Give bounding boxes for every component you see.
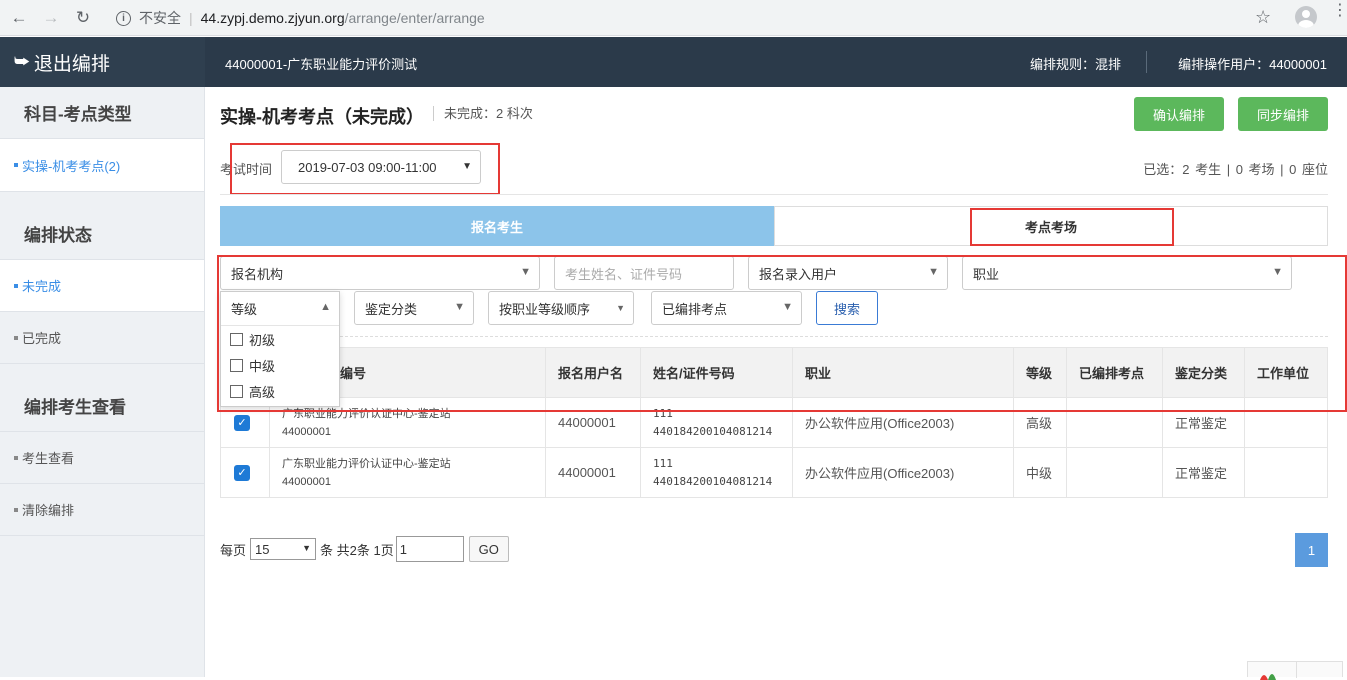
url-host: 44.zypj.demo.zjyun.org [200, 10, 345, 26]
page-size-select[interactable]: 15 ▼ [250, 538, 317, 560]
page-subtitle: 未完成：2 科次 [433, 106, 533, 121]
more-menu-icon[interactable]: ⋮ [1332, 3, 1347, 19]
org-code: 44000001 [282, 475, 331, 488]
pager-summary: 条 共2条 1页 [320, 542, 394, 558]
org-cell: 广东职业能力评价认证中心-鉴定站 44000001 [269, 447, 546, 498]
page-button-current[interactable]: 1 [1295, 533, 1328, 567]
sidebar: 科目-考点类型 实操-机考考点(2) 编排状态 未完成 已完成 编排考生查看 考… [0, 87, 205, 677]
sidebar-item-subject[interactable]: 实操-机考考点(2) [0, 139, 204, 192]
selection-summary: 已选：2 考生 | 0 考场 | 0 座位 [1143, 162, 1328, 177]
exit-arrange-button[interactable]: ⮩ 退出编排 [0, 37, 205, 87]
bullet-icon [14, 335, 18, 340]
tab-registered-students[interactable]: 报名考生 [220, 206, 774, 246]
student-id-number: 440184200104081214 [653, 424, 773, 438]
widget-divider [1296, 662, 1297, 678]
back-arrow-icon[interactable]: ← [6, 5, 32, 31]
address-bar[interactable]: i 不安全 | 44.zypj.demo.zjyun.org/arrange/e… [108, 4, 1286, 32]
username-cell: 44000001 [545, 447, 641, 498]
page-size-value: 15 [255, 541, 270, 557]
arranged-site-cell [1066, 447, 1163, 498]
reload-icon[interactable]: ↻ [70, 5, 96, 31]
page-title: 实操-机考考点（未完成） [220, 107, 424, 127]
sidebar-item-label: 考生查看 [22, 451, 75, 466]
page-number-input[interactable]: 1 [395, 536, 464, 562]
caret-down-icon: ▼ [302, 543, 312, 553]
highlight-box-filters [217, 255, 1347, 412]
address-separator: | [189, 10, 193, 26]
checkbox-checked-icon[interactable]: ✓ [234, 464, 250, 481]
sidebar-item-incomplete[interactable]: 未完成 [0, 260, 204, 312]
sidebar-item-view-students[interactable]: 考生查看 [0, 432, 204, 484]
divider [220, 194, 1328, 195]
sidebar-item-label: 已完成 [22, 331, 62, 346]
name-id-cell: 111 440184200104081214 [640, 447, 793, 498]
top-header: 44000001-广东职业能力评价测试 编排规则：混排 编排操作用户：44000… [205, 37, 1347, 87]
exit-arrange-label: 退出编排 [33, 53, 110, 75]
go-button[interactable]: GO [468, 536, 509, 562]
checkbox-checked-icon[interactable]: ✓ [234, 414, 250, 431]
row-checkbox-cell[interactable]: ✓ [220, 447, 270, 498]
sidebar-item-complete[interactable]: 已完成 [0, 312, 204, 364]
info-icon[interactable]: i [116, 10, 131, 26]
forward-arrow-icon[interactable]: → [38, 5, 64, 31]
main-content: 实操-机考考点（未完成） 未完成：2 科次 确认编排 同步编排 考试时间 201… [205, 87, 1347, 677]
sidebar-item-label: 清除编排 [22, 503, 75, 518]
header-divider [1146, 51, 1147, 73]
sidebar-item-label: 实操-机考考点(2) [22, 158, 121, 174]
level-cell: 中级 [1013, 447, 1067, 498]
sync-arrange-button[interactable]: 同步编排 [1238, 97, 1328, 131]
bullet-icon [14, 455, 18, 460]
sidebar-item-clear-arrange[interactable]: 清除编排 [0, 484, 204, 536]
bullet-icon [14, 163, 18, 167]
exam-title: 44000001-广东职业能力评价测试 [225, 57, 418, 72]
profile-avatar-icon[interactable] [1295, 6, 1317, 28]
arrange-rule: 编排规则：混排 [1029, 57, 1121, 72]
appraisal-cell: 正常鉴定 [1162, 447, 1245, 498]
browser-toolbar: ← → ↻ i 不安全 | 44.zypj.demo.zjyun.org/arr… [0, 0, 1347, 36]
employer-cell [1244, 447, 1328, 498]
logo-icon [1260, 674, 1276, 680]
occupation-cell: 办公软件应用(Office2003) [792, 447, 1014, 498]
confirm-arrange-button[interactable]: 确认编排 [1134, 97, 1224, 131]
org-code: 44000001 [282, 425, 331, 438]
student-id-number: 440184200104081214 [653, 474, 773, 488]
sidebar-heading-subject: 科目-考点类型 [0, 87, 204, 139]
table-row[interactable]: ✓ 广东职业能力评价认证中心-鉴定站 44000001 44000001 111… [220, 447, 1328, 498]
pagination-bar: 每页 15 ▼ 条 共2条 1页 1 GO [220, 536, 509, 562]
highlight-box-sites-tab [970, 208, 1174, 246]
bookmark-star-icon[interactable]: ☆ [1255, 7, 1271, 28]
sidebar-heading-view: 编排考生查看 [0, 380, 204, 432]
floating-widget[interactable] [1247, 661, 1343, 680]
bullet-icon [14, 283, 18, 288]
sidebar-item-label: 未完成 [22, 279, 62, 294]
per-page-label: 每页 [220, 542, 247, 558]
insecure-label: 不安全 [139, 10, 181, 26]
student-name: 111 [653, 456, 673, 470]
url-path: /arrange/enter/arrange [344, 10, 485, 26]
operator-user: 编排操作用户：44000001 [1178, 57, 1327, 72]
highlight-box-time [230, 143, 500, 195]
org-name: 广东职业能力评价认证中心-鉴定站 [282, 457, 451, 470]
bullet-icon [14, 507, 18, 512]
return-icon: ⮩ [14, 52, 30, 71]
sidebar-heading-status: 编排状态 [0, 208, 204, 260]
